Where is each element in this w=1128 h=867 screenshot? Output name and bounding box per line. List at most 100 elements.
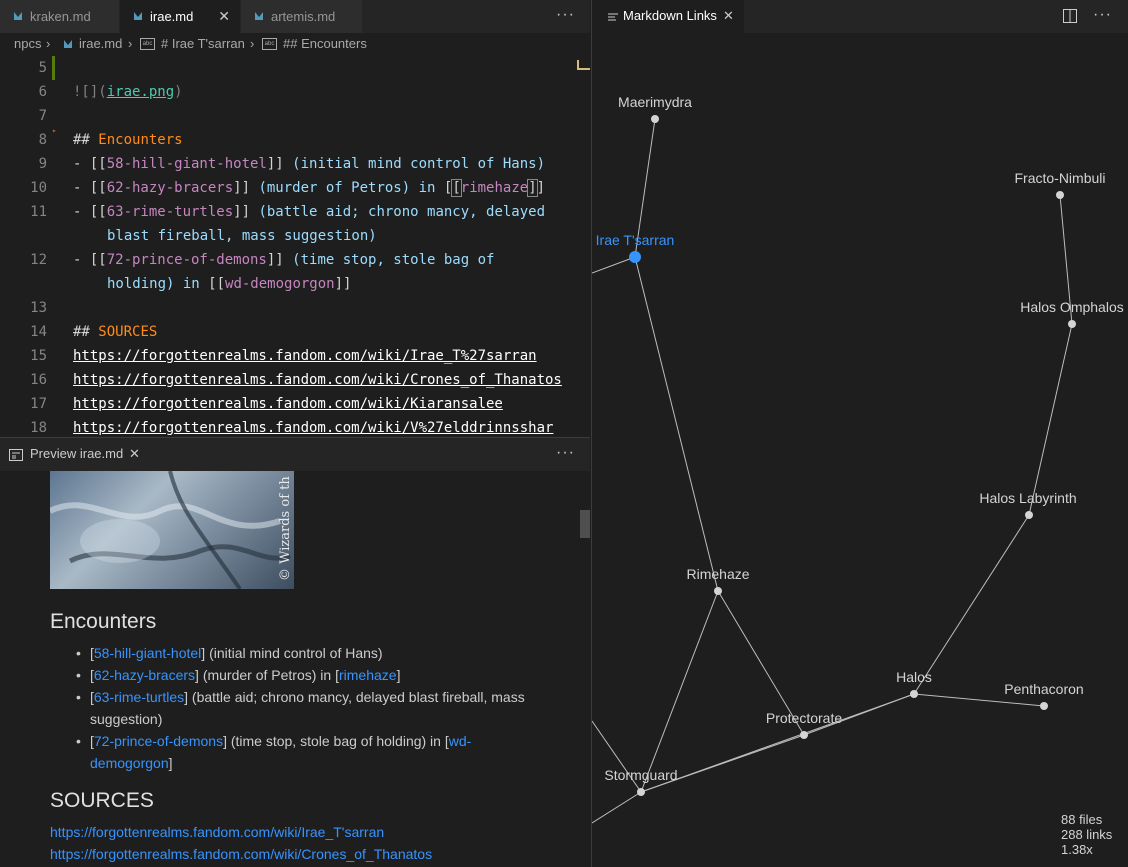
code-line-image: ![](irae.png) — [73, 84, 183, 100]
code-line-list: - [[62-hazy-bracers]] (murder of Petros)… — [73, 179, 546, 197]
breadcrumb-h1[interactable]: # Irae T'sarran — [161, 33, 245, 55]
tab-label: artemis.md — [271, 9, 336, 24]
graph-node-label[interactable]: Rimehaze — [686, 566, 749, 582]
links-count: 288 links — [1061, 827, 1113, 842]
right-editor-group: Markdown Links ✕ ··· Maerimydra Fracto-Ni… — [591, 0, 1128, 867]
graph-node-label[interactable]: Stormguard — [604, 767, 677, 783]
graph-node-maerimydra[interactable] — [651, 115, 659, 123]
markdown-file-icon — [64, 40, 72, 48]
wiki-link[interactable]: wd-demogorgon — [225, 276, 335, 292]
graph-edge — [592, 791, 642, 824]
tab-artemis[interactable]: artemis.md — [241, 0, 363, 33]
graph-node-label[interactable]: Halos — [896, 669, 932, 685]
preview-link[interactable]: 62-hazy-bracers — [94, 667, 195, 683]
line-number: 5 — [38, 60, 47, 76]
preview-link[interactable]: 63-rime-turtles — [94, 689, 184, 705]
close-icon[interactable]: ✕ — [723, 8, 734, 24]
wiki-link[interactable]: rimehaze — [461, 180, 528, 196]
preview-url[interactable]: https://forgottenrealms.fandom.com/wiki/… — [50, 824, 384, 840]
heading-text: Encounters — [98, 132, 183, 148]
graph-node-penthacoron[interactable] — [1040, 702, 1048, 710]
list-item: • [58-hill-giant-hotel] (initial mind con… — [76, 645, 383, 661]
line-number: 8 — [38, 132, 47, 148]
line-number: 12 — [30, 252, 47, 268]
more-actions-icon[interactable]: ··· — [556, 444, 575, 462]
preview-link[interactable]: 58-hill-giant-hotel — [94, 645, 201, 661]
list-text: (time stop, stole bag of — [283, 252, 495, 268]
more-actions-icon[interactable]: ··· — [556, 6, 575, 24]
graph-node-rimehaze[interactable] — [714, 587, 722, 595]
wiki-link[interactable]: 58-hill-giant-hotel — [107, 156, 267, 172]
preview-url[interactable]: https://forgottenrealms.fandom.com/wiki/… — [50, 846, 432, 862]
tab-label: kraken.md — [30, 9, 91, 24]
preview-tab-label[interactable]: Preview irae.md — [30, 446, 123, 461]
code-line-list: - [[63-rime-turtles]] (battle aid; chron… — [73, 204, 546, 220]
graph-node-omphalos[interactable] — [1068, 320, 1076, 328]
links-graph[interactable]: Maerimydra Fracto-Nimbuli Irae T'sarran Hal… — [592, 33, 1128, 867]
graph-node-fracto[interactable] — [1056, 191, 1064, 199]
breadcrumb: npcs › irae.md › abc # Irae T'sarran › a… — [0, 33, 590, 55]
graph-edge — [913, 514, 1030, 695]
breadcrumb-h2[interactable]: ## Encounters — [283, 33, 367, 55]
wiki-link[interactable]: 62-hazy-bracers — [107, 180, 233, 196]
list-text: (battle aid; chrono mancy, delayed — [250, 204, 546, 220]
tab-markdown-links[interactable]: Markdown Links ✕ — [592, 0, 744, 33]
more-actions-icon[interactable]: ··· — [1093, 6, 1112, 24]
list-text: ] (time stop, stole bag of holding) in [ — [223, 733, 449, 749]
graph-node-label[interactable]: Protectorate — [766, 710, 842, 726]
graph-node-label[interactable]: Penthacoron — [1004, 681, 1083, 697]
close-icon[interactable]: ✕ — [218, 0, 230, 33]
graph-node-stormguard[interactable] — [637, 788, 645, 796]
graph-node-halos[interactable] — [910, 690, 918, 698]
line-number: 6 — [38, 84, 47, 100]
graph-node-label[interactable]: Maerimydra — [618, 94, 692, 110]
graph-node-label[interactable]: Halos Labyrinth — [979, 490, 1076, 506]
list-item: • [63-rime-turtles] (battle aid; chrono m… — [76, 689, 525, 727]
graph-tab-label: Markdown Links — [623, 8, 717, 23]
split-editor-icon[interactable] — [1063, 9, 1077, 23]
source-url[interactable]: https://forgottenrealms.fandom.com/wiki/… — [73, 420, 553, 436]
graph-node-label[interactable]: Irae T'sarran — [596, 232, 675, 248]
tab-kraken[interactable]: kraken.md — [0, 0, 120, 33]
source-url[interactable]: https://forgottenrealms.fandom.com/wiki/… — [73, 372, 562, 388]
line-number: 11 — [30, 204, 47, 220]
breadcrumb-folder[interactable]: npcs — [14, 33, 41, 55]
list-text: ] — [168, 755, 173, 771]
heading-text: SOURCES — [98, 324, 158, 340]
chevron-right-icon: › — [46, 36, 51, 51]
breadcrumb-file[interactable]: irae.md — [79, 33, 122, 55]
code-line-list: - [[58-hill-giant-hotel]] (initial mind … — [73, 156, 546, 172]
graph-node-label[interactable]: Halos Omphalos — [1020, 299, 1124, 315]
preview-link[interactable]: rimehaze — [339, 667, 397, 683]
npc-portrait-image: © Wizards of th — [50, 471, 294, 589]
line-number: 9 — [38, 156, 47, 172]
markdown-file-icon — [255, 12, 263, 20]
wiki-link[interactable]: 63-rime-turtles — [107, 204, 233, 220]
wiki-link[interactable]: 72-prince-of-demons — [107, 252, 267, 268]
overview-ruler-marker — [577, 60, 590, 70]
graph-node-label[interactable]: Fracto-Nimbuli — [1014, 170, 1105, 186]
graph-tab-bar: Markdown Links ✕ ··· — [592, 0, 1128, 33]
close-icon[interactable]: ✕ — [129, 446, 140, 462]
preview-heading-encounters: Encounters — [50, 610, 157, 633]
graph-node-labyrinth[interactable] — [1025, 511, 1033, 519]
graph-node-irae[interactable] — [629, 251, 641, 263]
list-icon — [608, 13, 618, 21]
list-text: holding) in — [107, 276, 209, 292]
list-text: ] (murder of Petros) in [ — [195, 667, 339, 683]
source-url[interactable]: https://forgottenrealms.fandom.com/wiki/… — [73, 348, 537, 364]
list-text: (initial mind control of Hans) — [283, 156, 546, 172]
graph-node-protectorate[interactable] — [800, 731, 808, 739]
tab-irae[interactable]: irae.md ✕ — [120, 0, 241, 33]
source-url[interactable]: https://forgottenrealms.fandom.com/wiki/… — [73, 396, 503, 412]
list-text: ] (initial mind control of Hans) — [201, 645, 383, 661]
graph-edge — [1028, 323, 1073, 516]
preview-link[interactable]: 72-prince-of-demons — [94, 733, 223, 749]
left-editor-group: kraken.md irae.md ✕ artemis.md ··· npcs … — [0, 0, 590, 867]
tab-label: irae.md — [150, 9, 194, 24]
line-number: 14 — [30, 324, 47, 340]
graph-edge — [640, 590, 719, 793]
image-link[interactable]: irae.png — [107, 84, 174, 100]
preview-scrollbar-thumb[interactable] — [580, 510, 590, 538]
code-editor[interactable]: 5 6 7 8 9 10 11 12 13 14 15 16 17 18 ▸ !… — [0, 56, 590, 437]
